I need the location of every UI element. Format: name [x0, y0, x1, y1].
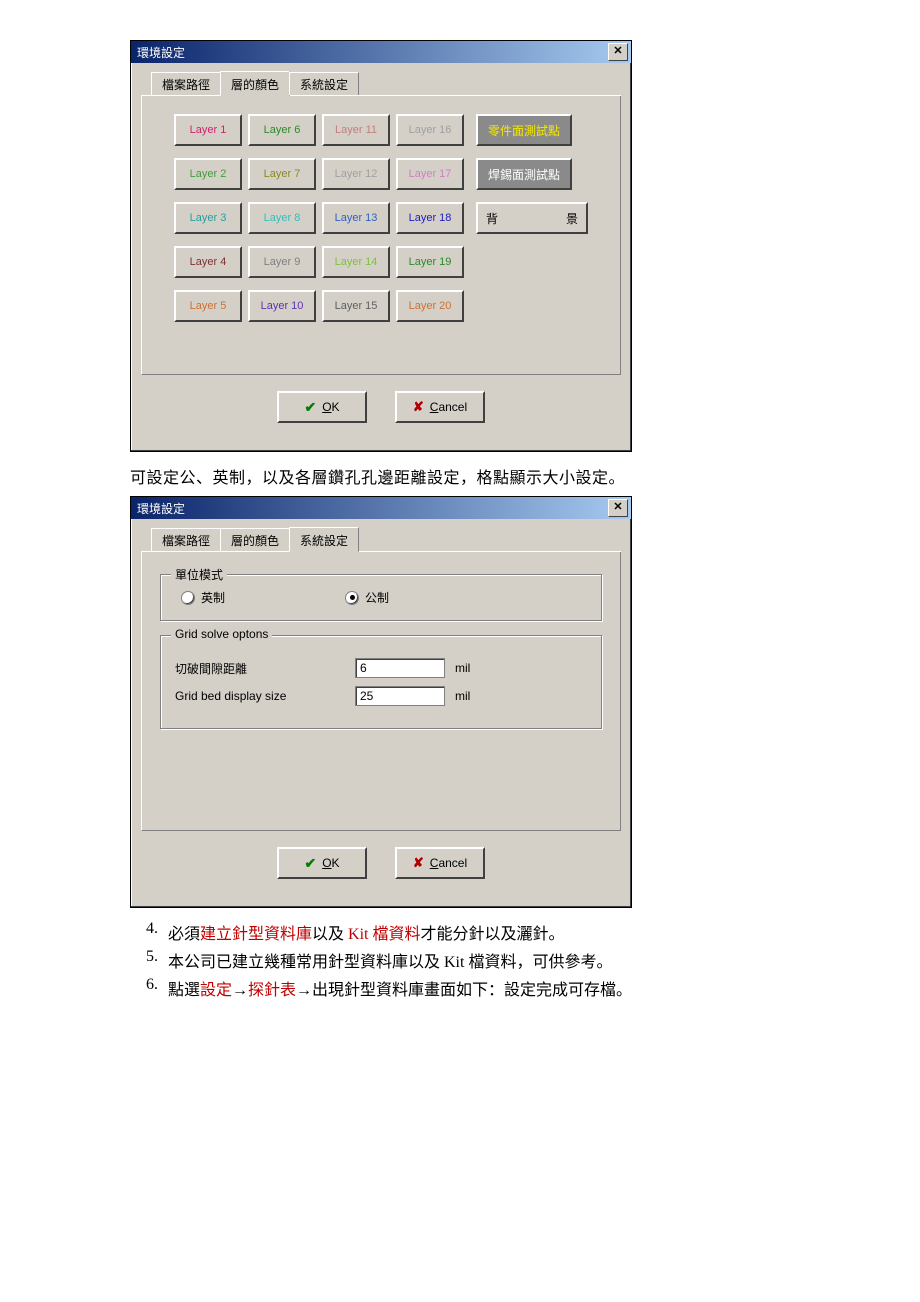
background-label-left: 背: [486, 210, 498, 227]
tabpanel-layer-color: Layer 1 Layer 2 Layer 3 Layer 4 Layer 5 …: [141, 95, 621, 375]
solder-side-testpoint-button[interactable]: 焊錫面測試點: [476, 158, 572, 190]
layer-10-button[interactable]: Layer 10: [248, 290, 316, 322]
layer-17-button[interactable]: Layer 17: [396, 158, 464, 190]
x-icon: ✘: [413, 399, 424, 415]
ok-button[interactable]: ✔ OK: [277, 847, 367, 879]
gap-distance-label: 切破間隙距離: [175, 660, 345, 677]
background-label-right: 景: [566, 210, 578, 227]
ok-label: K: [332, 856, 340, 870]
cancel-label: ancel: [438, 400, 467, 414]
gap-distance-unit: mil: [455, 661, 470, 675]
tabstrip: 檔案路徑 層的顏色 系統設定: [141, 73, 621, 96]
titlebar: 環境設定 ✕: [131, 497, 631, 519]
tab-layer-color[interactable]: 層的顏色: [220, 71, 290, 96]
layer-2-button[interactable]: Layer 2: [174, 158, 242, 190]
layer-1-button[interactable]: Layer 1: [174, 114, 242, 146]
env-settings-dialog-system: 環境設定 ✕ 檔案路徑 層的顏色 系統設定 單位模式 英制: [130, 496, 632, 908]
tab-layer-color[interactable]: 層的顏色: [220, 528, 290, 551]
background-button[interactable]: 背 景: [476, 202, 588, 234]
radio-metric[interactable]: 公制: [345, 589, 389, 606]
window-title: 環境設定: [137, 500, 185, 517]
ok-label: K: [332, 400, 340, 414]
tabpanel-system: 單位模式 英制 公制 Grid solve optons: [141, 551, 621, 831]
layer-12-button[interactable]: Layer 12: [322, 158, 390, 190]
radio-imperial-label: 英制: [201, 589, 225, 606]
list-item-5: 本公司已建立幾種常用針型資料庫以及 Kit 檔資料，可供參考。: [168, 948, 612, 972]
grid-display-size-unit: mil: [455, 689, 470, 703]
layer-8-button[interactable]: Layer 8: [248, 202, 316, 234]
radio-metric-label: 公制: [365, 589, 389, 606]
layer-3-button[interactable]: Layer 3: [174, 202, 242, 234]
layer-9-button[interactable]: Layer 9: [248, 246, 316, 278]
unit-mode-legend: 單位模式: [171, 566, 227, 583]
layer-20-button[interactable]: Layer 20: [396, 290, 464, 322]
env-settings-dialog-colors: 環境設定 ✕ 檔案路徑 層的顏色 系統設定 Layer 1 Layer 2 La…: [130, 40, 632, 452]
component-side-testpoint-button[interactable]: 零件面測試點: [476, 114, 572, 146]
layer-4-button[interactable]: Layer 4: [174, 246, 242, 278]
close-icon[interactable]: ✕: [608, 499, 628, 517]
tab-system[interactable]: 系統設定: [289, 527, 359, 552]
tabstrip: 檔案路徑 層的顏色 系統設定: [141, 529, 621, 552]
titlebar: 環境設定 ✕: [131, 41, 631, 63]
list-item-6: 點選設定→探針表→出現針型資料庫畫面如下：設定完成可存檔。: [168, 976, 632, 1000]
tab-system[interactable]: 系統設定: [289, 72, 359, 95]
layer-5-button[interactable]: Layer 5: [174, 290, 242, 322]
grid-solve-legend: Grid solve optons: [171, 627, 272, 641]
window-title: 環境設定: [137, 44, 185, 61]
grid-display-size-label: Grid bed display size: [175, 689, 345, 703]
list-item-4: 必須建立針型資料庫以及 Kit 檔資料才能分針以及灑針。: [168, 920, 565, 944]
gap-distance-input[interactable]: 6: [355, 658, 445, 678]
grid-solve-group: Grid solve optons 切破間隙距離 6 mil Grid bed …: [160, 635, 602, 729]
layer-15-button[interactable]: Layer 15: [322, 290, 390, 322]
layer-14-button[interactable]: Layer 14: [322, 246, 390, 278]
layer-18-button[interactable]: Layer 18: [396, 202, 464, 234]
paragraph-settings-note: 可設定公、英制，以及各層鑽孔孔邊距離設定，格點顯示大小設定。: [130, 464, 920, 488]
cancel-button[interactable]: ✘ Cancel: [395, 847, 485, 879]
layer-16-button[interactable]: Layer 16: [396, 114, 464, 146]
x-icon: ✘: [413, 855, 424, 871]
check-icon: ✔: [304, 399, 316, 416]
list-num-5: 5.: [130, 948, 168, 972]
instruction-list: 4. 必須建立針型資料庫以及 Kit 檔資料才能分針以及灑針。 5. 本公司已建…: [130, 920, 920, 1000]
check-icon: ✔: [304, 855, 316, 872]
list-num-6: 6.: [130, 976, 168, 1000]
layer-13-button[interactable]: Layer 13: [322, 202, 390, 234]
cancel-label: ancel: [438, 856, 467, 870]
layer-7-button[interactable]: Layer 7: [248, 158, 316, 190]
radio-icon: [345, 591, 359, 605]
unit-mode-group: 單位模式 英制 公制: [160, 574, 602, 621]
layer-11-button[interactable]: Layer 11: [322, 114, 390, 146]
layer-19-button[interactable]: Layer 19: [396, 246, 464, 278]
tab-file-path[interactable]: 檔案路徑: [151, 72, 221, 95]
layer-6-button[interactable]: Layer 6: [248, 114, 316, 146]
close-icon[interactable]: ✕: [608, 43, 628, 61]
radio-icon: [181, 591, 195, 605]
tab-file-path[interactable]: 檔案路徑: [151, 528, 221, 551]
radio-imperial[interactable]: 英制: [181, 589, 225, 606]
grid-display-size-input[interactable]: 25: [355, 686, 445, 706]
list-num-4: 4.: [130, 920, 168, 944]
cancel-button[interactable]: ✘ Cancel: [395, 391, 485, 423]
ok-button[interactable]: ✔ OK: [277, 391, 367, 423]
